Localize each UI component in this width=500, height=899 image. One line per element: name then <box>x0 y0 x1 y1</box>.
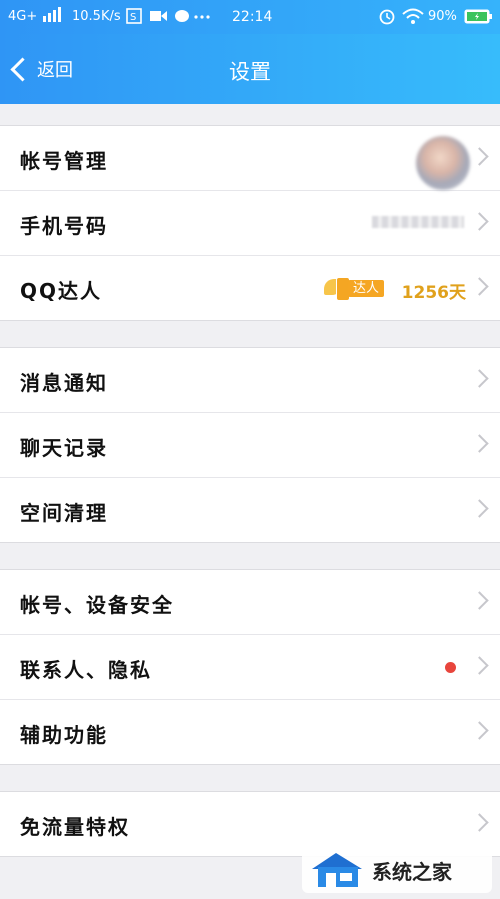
settings-row-phone-number[interactable]: 手机号码 <box>0 191 500 256</box>
row-label: 辅助功能 <box>20 723 108 747</box>
chevron-right-icon <box>470 434 489 453</box>
unread-dot <box>445 662 456 673</box>
chevron-right-icon <box>470 369 489 388</box>
network-speed: 10.5K/s <box>72 9 121 24</box>
row-label: 免流量特权 <box>20 815 130 839</box>
page-title: 设置 <box>229 60 271 84</box>
row-label: 聊天记录 <box>20 436 108 460</box>
row-label: QQ达人 <box>20 279 103 303</box>
row-label: 空间清理 <box>20 501 108 525</box>
settings-row-contacts-privacy[interactable]: 联系人、隐私 <box>0 635 500 700</box>
settings-group-messages: 消息通知 聊天记录 空间清理 <box>0 347 500 543</box>
settings-group-account: 帐号管理 手机号码 QQ达人 达人 1256天 <box>0 125 500 321</box>
svg-text:S: S <box>130 12 136 23</box>
row-label: 消息通知 <box>20 371 108 395</box>
clock: 22:14 <box>232 9 273 25</box>
settings-row-notifications[interactable]: 消息通知 <box>0 348 500 413</box>
chevron-right-icon <box>470 499 489 518</box>
masked-phone-number <box>372 216 464 228</box>
settings-group-security: 帐号、设备安全 联系人、隐私 辅助功能 <box>0 569 500 765</box>
watermark-text: 系统之家 <box>372 860 452 884</box>
chevron-right-icon <box>470 721 489 740</box>
wifi-icon <box>402 7 424 29</box>
settings-row-storage-cleanup[interactable]: 空间清理 <box>0 478 500 542</box>
settings-row-qq-expert[interactable]: QQ达人 达人 1256天 <box>0 256 500 320</box>
chevron-right-icon <box>470 277 489 296</box>
chevron-right-icon <box>470 813 489 832</box>
settings-row-account-management[interactable]: 帐号管理 <box>0 126 500 191</box>
battery-percent: 90% <box>428 9 457 24</box>
avatar <box>416 136 470 190</box>
chevron-right-icon <box>470 656 489 675</box>
row-label: 帐号、设备安全 <box>20 593 174 617</box>
network-type: 4G+ <box>8 9 38 24</box>
chevron-right-icon <box>470 147 489 166</box>
badge-tag: 达人 <box>348 280 385 297</box>
settings-row-account-device-security[interactable]: 帐号、设备安全 <box>0 570 500 635</box>
nav-bar: 返回 设置 <box>0 34 500 104</box>
chevron-right-icon <box>470 591 489 610</box>
battery-icon <box>464 9 494 29</box>
row-label: 帐号管理 <box>20 149 108 173</box>
qq-expert-badge: 达人 <box>324 276 390 301</box>
expert-days: 1256天 <box>401 283 466 303</box>
settings-row-accessibility[interactable]: 辅助功能 <box>0 700 500 764</box>
alarm-icon <box>378 7 396 29</box>
watermark: 系统之家 <box>302 845 492 893</box>
chevron-right-icon <box>470 212 489 231</box>
settings-row-chat-history[interactable]: 聊天记录 <box>0 413 500 478</box>
row-label: 联系人、隐私 <box>20 658 152 682</box>
house-logo-icon <box>308 849 366 889</box>
row-label: 手机号码 <box>20 214 108 238</box>
signal-icon <box>42 6 62 26</box>
status-bar: 4G+ 10.5K/s S 22:14 90% <box>0 0 500 34</box>
notification-icons: S <box>126 7 216 29</box>
